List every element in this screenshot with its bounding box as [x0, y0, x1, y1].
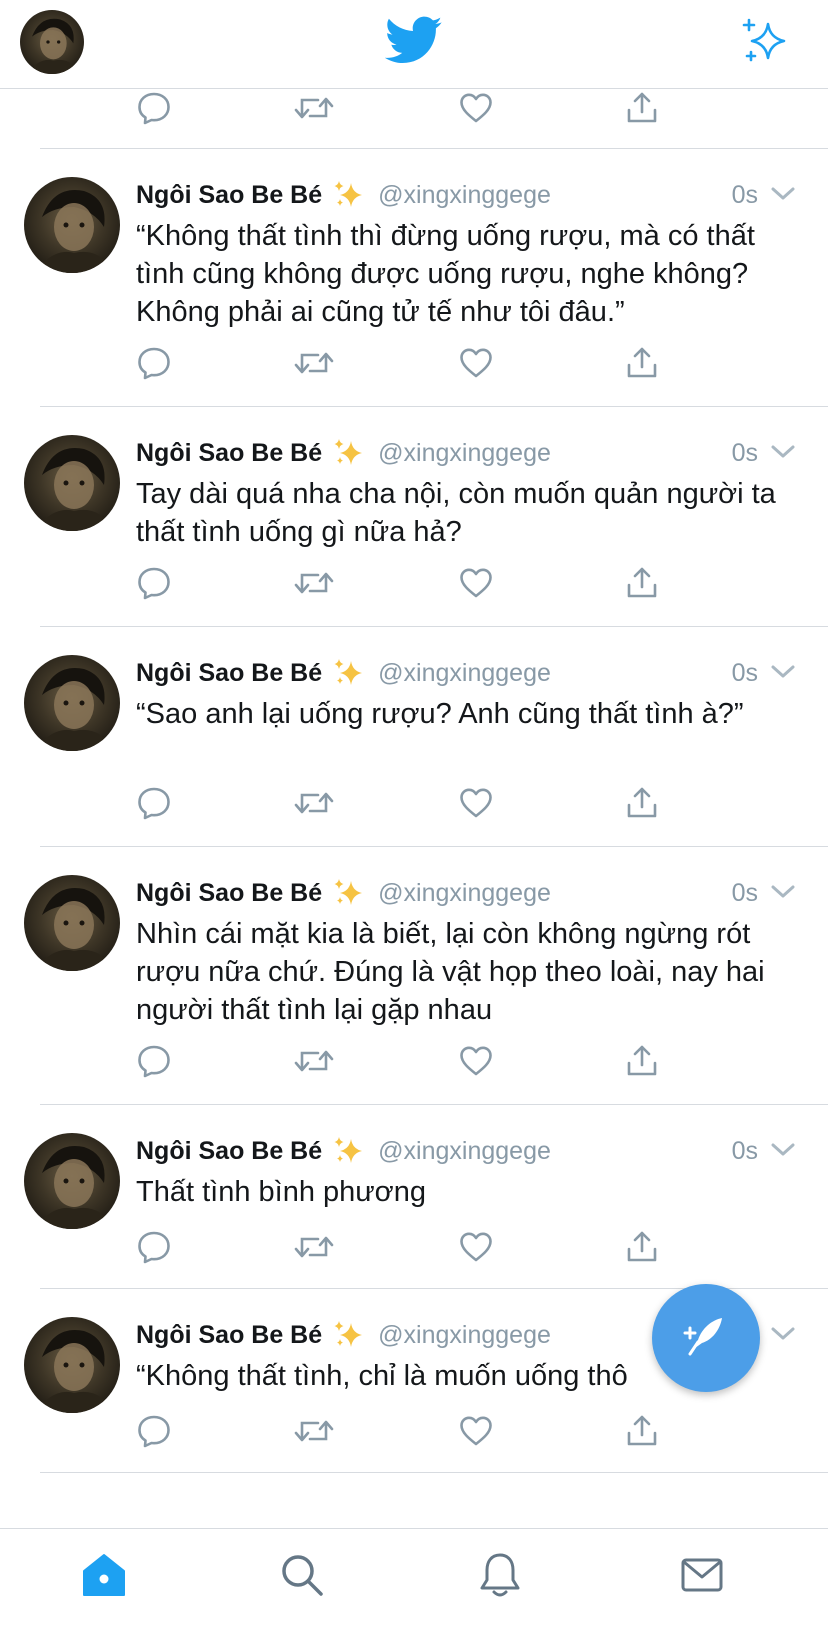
chevron-down-icon[interactable] — [770, 443, 796, 461]
reply-icon[interactable] — [136, 1413, 172, 1449]
notifications-icon[interactable] — [476, 1551, 524, 1599]
chevron-down-icon[interactable] — [770, 663, 796, 681]
profile-avatar[interactable] — [20, 10, 84, 74]
previous-tweet-actions — [40, 88, 828, 149]
retweet-icon[interactable] — [294, 90, 334, 126]
avatar[interactable] — [24, 177, 120, 273]
sparkle-timeline-icon[interactable] — [740, 18, 788, 66]
tweet[interactable]: Ngôi Sao Be Bé @xingxinggege 0s Nhìn cái… — [0, 847, 828, 1105]
sparkles-emoji-icon — [332, 877, 364, 909]
reply-icon[interactable] — [136, 345, 172, 381]
chevron-down-icon[interactable] — [770, 1141, 796, 1159]
timestamp: 0s — [731, 181, 758, 209]
timestamp: 0s — [731, 659, 758, 687]
timestamp: 0s — [731, 1137, 758, 1165]
user-handle[interactable]: @xingxinggege — [378, 659, 551, 688]
divider — [40, 1472, 828, 1473]
share-icon[interactable] — [624, 785, 660, 821]
sparkles-emoji-icon — [332, 1135, 364, 1167]
like-icon[interactable] — [458, 785, 494, 821]
tweet-header: Ngôi Sao Be Bé @xingxinggege — [136, 1131, 551, 1171]
share-icon[interactable] — [624, 1413, 660, 1449]
avatar[interactable] — [24, 655, 120, 751]
tweet-text: Nhìn cái mặt kia là biết, lại còn không … — [136, 918, 773, 1026]
tweet-header: Ngôi Sao Be Bé @xingxinggege — [136, 175, 551, 215]
home-icon[interactable] — [80, 1551, 128, 1599]
tweet[interactable]: Ngôi Sao Be Bé @xingxinggege 0s “Không t… — [0, 149, 828, 407]
tweet-actions — [136, 565, 696, 605]
user-handle[interactable]: @xingxinggege — [378, 879, 551, 908]
compose-tweet-button[interactable] — [652, 1284, 760, 1392]
display-name[interactable]: Ngôi Sao Be Bé — [136, 1137, 322, 1166]
share-icon[interactable] — [624, 565, 660, 601]
share-icon[interactable] — [624, 90, 660, 126]
reply-icon[interactable] — [136, 785, 172, 821]
reply-icon[interactable] — [136, 1229, 172, 1265]
retweet-icon[interactable] — [294, 785, 334, 821]
share-icon[interactable] — [624, 1043, 660, 1079]
tweet-actions — [136, 785, 696, 825]
search-icon[interactable] — [278, 1551, 326, 1599]
tweet-actions — [136, 345, 696, 385]
display-name[interactable]: Ngôi Sao Be Bé — [136, 879, 322, 908]
like-icon[interactable] — [458, 1229, 494, 1265]
tweet[interactable]: Ngôi Sao Be Bé @xingxinggege 0s Tay dài … — [0, 407, 828, 627]
tweet[interactable]: Ngôi Sao Be Bé @xingxinggege 0s “Sao anh… — [0, 627, 828, 847]
sparkles-emoji-icon — [332, 657, 364, 689]
tweet-header: Ngôi Sao Be Bé @xingxinggege — [136, 653, 551, 693]
tweet-header: Ngôi Sao Be Bé @xingxinggege — [136, 433, 551, 473]
bottom-navigation — [0, 1528, 828, 1629]
compose-feather-icon — [683, 1318, 722, 1356]
display-name[interactable]: Ngôi Sao Be Bé — [136, 1321, 322, 1350]
avatar[interactable] — [24, 435, 120, 531]
user-handle[interactable]: @xingxinggege — [378, 1321, 551, 1350]
retweet-icon[interactable] — [294, 565, 334, 601]
tweet[interactable]: Ngôi Sao Be Bé @xingxinggege 0s Thất tìn… — [0, 1105, 828, 1289]
display-name[interactable]: Ngôi Sao Be Bé — [136, 659, 322, 688]
chevron-down-icon[interactable] — [770, 185, 796, 203]
retweet-icon[interactable] — [294, 345, 334, 381]
avatar[interactable] — [24, 875, 120, 971]
chevron-down-icon[interactable] — [770, 883, 796, 901]
share-icon[interactable] — [624, 345, 660, 381]
tweet-text: Tay dài quá nha cha nội, còn muốn quản n… — [136, 478, 784, 548]
like-icon[interactable] — [458, 1413, 494, 1449]
twitter-bird-icon[interactable] — [384, 16, 443, 68]
like-icon[interactable] — [458, 1043, 494, 1079]
display-name[interactable]: Ngôi Sao Be Bé — [136, 181, 322, 210]
messages-icon[interactable] — [678, 1551, 726, 1599]
tweet-actions — [136, 1413, 696, 1453]
timestamp: 0s — [731, 439, 758, 467]
tweet-header: Ngôi Sao Be Bé @xingxinggege — [136, 1315, 551, 1355]
like-icon[interactable] — [458, 345, 494, 381]
avatar[interactable] — [24, 1317, 120, 1413]
timestamp: 0s — [731, 879, 758, 907]
retweet-icon[interactable] — [294, 1413, 334, 1449]
user-handle[interactable]: @xingxinggege — [378, 439, 551, 468]
tweet-actions — [136, 1043, 696, 1083]
top-bar — [0, 0, 828, 89]
user-handle[interactable]: @xingxinggege — [378, 181, 551, 210]
chevron-down-icon[interactable] — [770, 1325, 796, 1343]
retweet-icon[interactable] — [294, 1043, 334, 1079]
like-icon[interactable] — [458, 90, 494, 126]
like-icon[interactable] — [458, 565, 494, 601]
share-icon[interactable] — [624, 1229, 660, 1265]
user-handle[interactable]: @xingxinggege — [378, 1137, 551, 1166]
tweet-text: “Không thất tình thì đừng uống rượu, mà … — [136, 220, 763, 328]
retweet-icon[interactable] — [294, 1229, 334, 1265]
tweet-text: Thất tình bình phương — [136, 1176, 426, 1208]
reply-icon[interactable] — [136, 1043, 172, 1079]
reply-icon[interactable] — [136, 565, 172, 601]
display-name[interactable]: Ngôi Sao Be Bé — [136, 439, 322, 468]
tweet-text: “Sao anh lại uống rượu? Anh cũng thất tì… — [136, 698, 744, 730]
tweet-actions — [136, 1229, 696, 1269]
sparkles-emoji-icon — [332, 1319, 364, 1351]
sparkles-emoji-icon — [332, 437, 364, 469]
reply-icon[interactable] — [136, 90, 172, 126]
avatar[interactable] — [24, 1133, 120, 1229]
sparkles-emoji-icon — [332, 179, 364, 211]
tweet-header: Ngôi Sao Be Bé @xingxinggege — [136, 873, 551, 913]
